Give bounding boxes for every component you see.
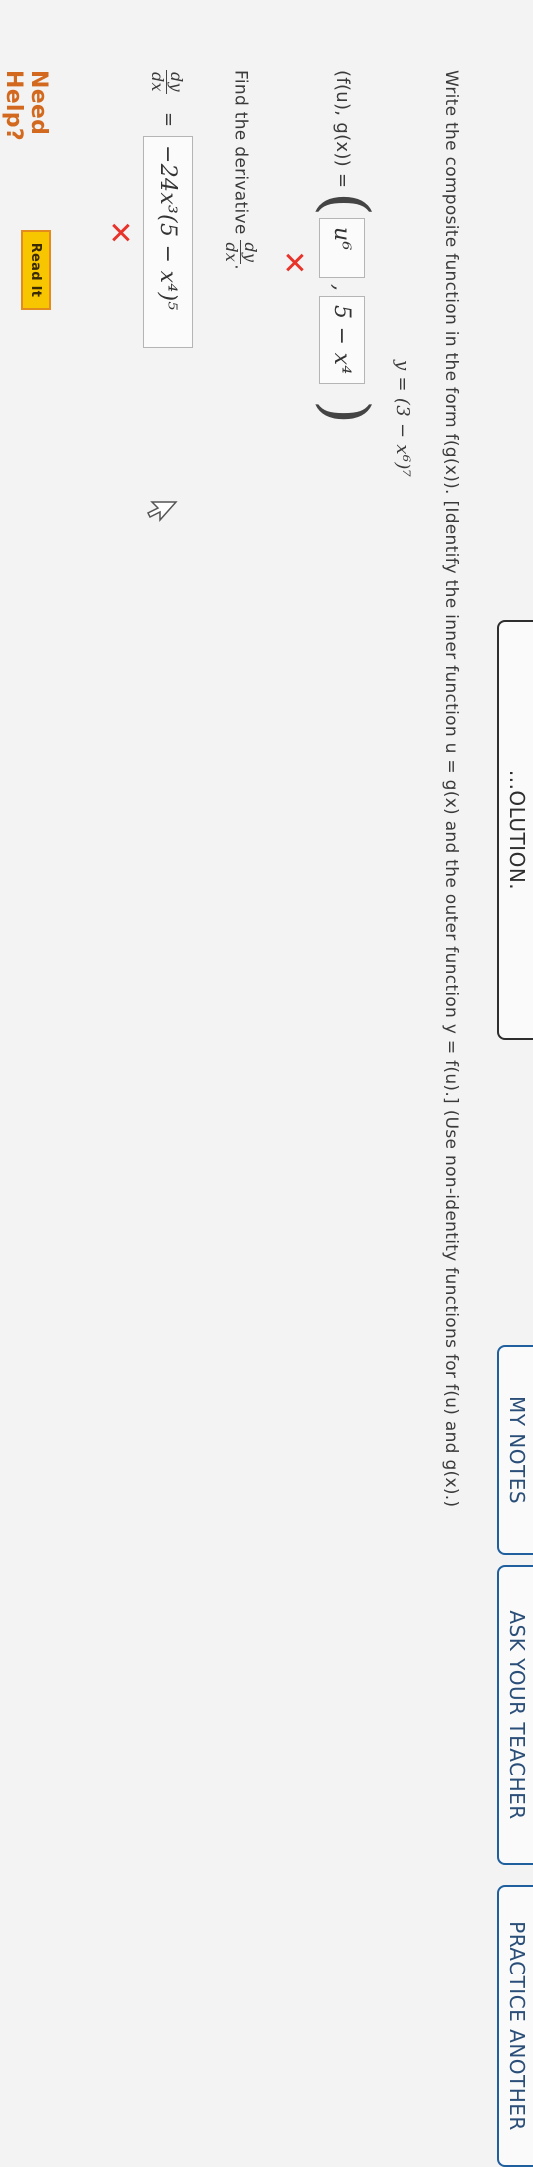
- lhs-fraction: dy dx: [148, 70, 186, 94]
- derivative-period: .: [230, 264, 251, 270]
- lhs-numerator: dy: [166, 70, 186, 94]
- instruction-text: Write the composite function in the form…: [441, 70, 461, 1508]
- mouse-cursor-icon: [146, 501, 178, 522]
- read-it-label: Read It: [28, 242, 44, 298]
- my-notes-label: MY NOTES: [505, 1395, 529, 1505]
- ask-teacher-button[interactable]: ASK YOUR TEACHER: [497, 1565, 533, 1865]
- practice-another-label: PRACTICE ANOTHER: [505, 1921, 529, 2131]
- left-paren: (: [310, 192, 383, 217]
- derivative-prompt-text: Find the derivative: [230, 70, 251, 235]
- lhs-denominator: dx: [148, 72, 167, 92]
- incorrect-x-icon: ✕: [102, 220, 137, 246]
- answer-separator: ,: [328, 284, 353, 292]
- need-help-label: Need Help?: [1, 70, 51, 141]
- derivative-numerator: dy: [240, 240, 260, 265]
- read-it-button[interactable]: Read It: [21, 230, 51, 310]
- top-toolbar: ...OLUTION. MY NOTES ASK YOUR TEACHER PR…: [481, 0, 533, 2167]
- derivative-prompt: Find the derivative dy dx .: [222, 70, 260, 270]
- page-canvas: ...OLUTION. MY NOTES ASK YOUR TEACHER PR…: [0, 0, 533, 2167]
- gx-answer-field[interactable]: 5 − x⁴: [319, 296, 365, 384]
- derivative-answer-field[interactable]: −24x³(5 − x⁴)⁵: [143, 136, 193, 348]
- right-paren: ): [310, 400, 383, 425]
- pair-label: (f(u), g(x)) =: [332, 70, 353, 189]
- derivative-denominator: dx: [222, 242, 241, 263]
- gx-answer-value: 5 − x⁴: [329, 305, 355, 375]
- equals-sign: =: [158, 112, 179, 128]
- my-notes-button[interactable]: MY NOTES: [497, 1345, 533, 1555]
- function-expression: y = (3 − x⁶)⁷: [392, 360, 413, 478]
- ask-teacher-label: ASK YOUR TEACHER: [505, 1610, 529, 1820]
- solution-tab[interactable]: ...OLUTION.: [497, 620, 533, 1040]
- fu-answer-field[interactable]: u⁶: [319, 218, 365, 278]
- fu-answer-value: u⁶: [329, 227, 355, 251]
- derivative-fraction: dy dx: [222, 240, 260, 265]
- practice-another-button[interactable]: PRACTICE ANOTHER: [497, 1885, 533, 2167]
- solution-tab-label: ...OLUTION.: [505, 769, 529, 891]
- incorrect-x-icon: ✕: [276, 250, 311, 276]
- derivative-answer-value: −24x³(5 − x⁴)⁵: [155, 145, 181, 311]
